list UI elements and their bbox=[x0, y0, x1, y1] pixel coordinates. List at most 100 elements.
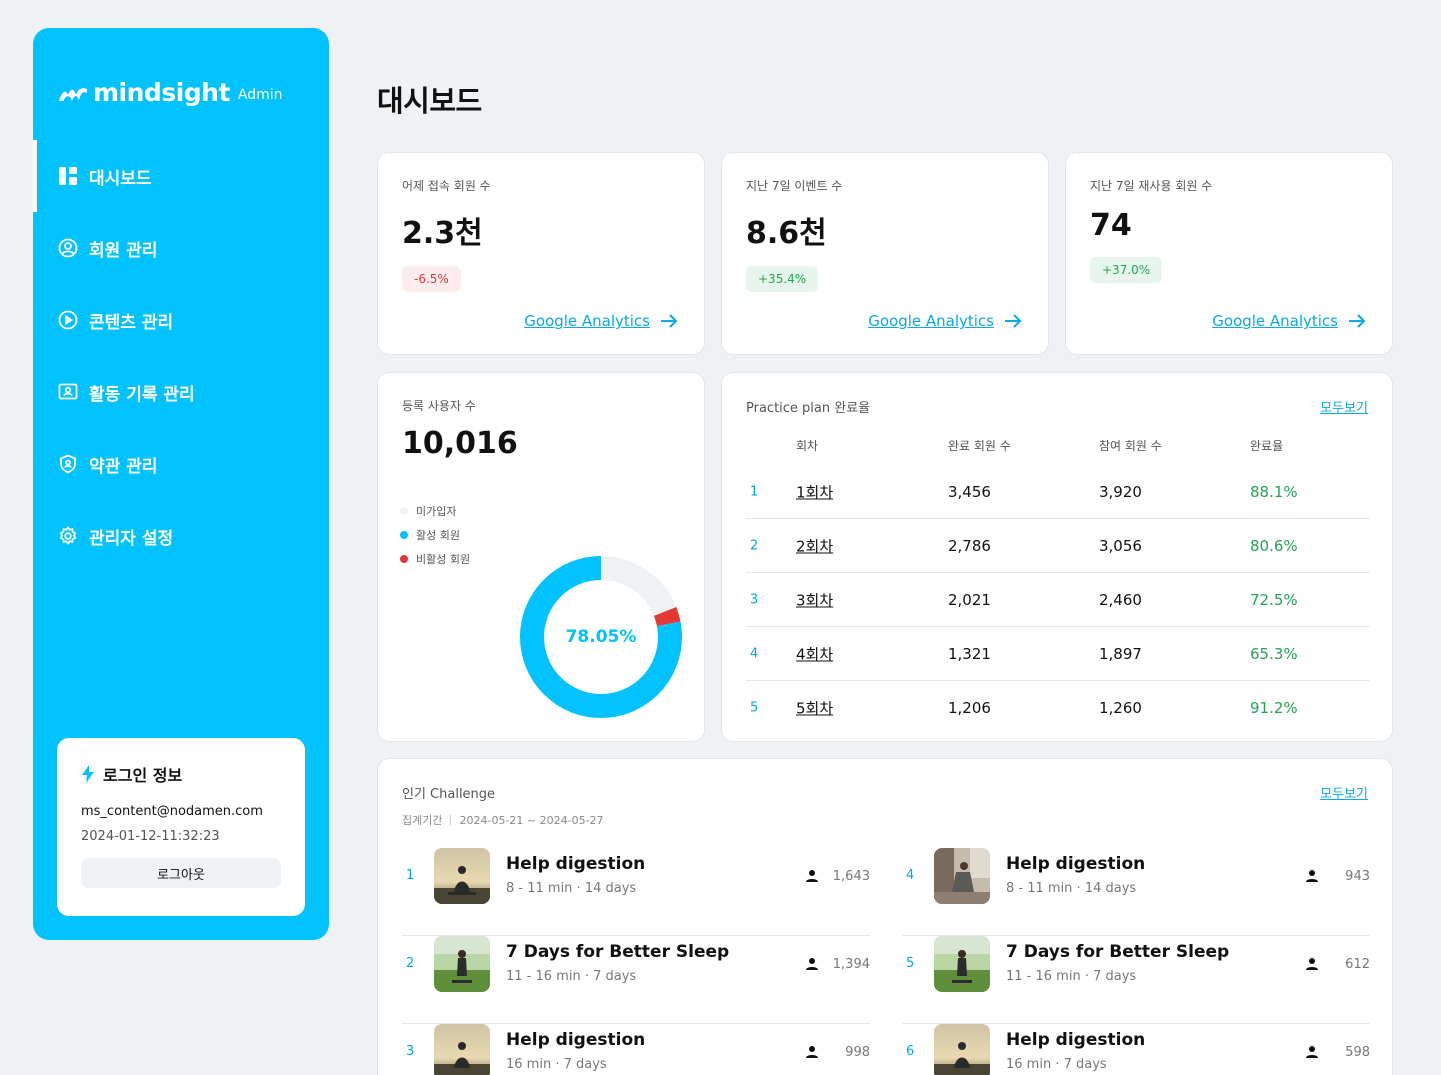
thumbnail-sunset-image bbox=[434, 848, 490, 904]
google-analytics-link[interactable]: Google Analytics bbox=[868, 312, 1022, 330]
metric-card-weekly-events: 지난 7일 이벤트 수 8.6천 +35.4% Google Analytics bbox=[721, 152, 1049, 355]
participant-count: 598 bbox=[1345, 1045, 1370, 1060]
user-icon bbox=[1305, 957, 1319, 971]
header-rate: 완료율 bbox=[1250, 439, 1284, 453]
see-all-link[interactable]: 모두보기 bbox=[1320, 397, 1368, 416]
sidebar-item-terms[interactable]: 약관 관리 bbox=[33, 428, 329, 500]
google-analytics-link[interactable]: Google Analytics bbox=[1212, 312, 1366, 330]
challenge-name: Help digestion bbox=[506, 854, 646, 874]
play-circle-icon bbox=[57, 309, 79, 331]
sidebar-item-label: 회원 관리 bbox=[89, 240, 158, 261]
challenge-name: Help digestion bbox=[1006, 1030, 1146, 1050]
registered-users-value: 10,016 bbox=[402, 426, 518, 461]
participant-count: 3,056 bbox=[1099, 536, 1142, 555]
legend-dot bbox=[400, 507, 408, 515]
completed-count: 1,206 bbox=[948, 699, 991, 717]
participant-count: 1,260 bbox=[1099, 699, 1142, 717]
registered-users-card: 등록 사용자 수 10,016 미가입자 활성 회원 비활성 회원 78.05% bbox=[377, 372, 705, 742]
sidebar-item-contents[interactable]: 콘텐츠 관리 bbox=[33, 284, 329, 356]
legend-label: 비활성 회원 bbox=[416, 553, 471, 566]
round-link[interactable]: 5회차 bbox=[796, 698, 833, 719]
login-time: 2024-01-12-11:32:23 bbox=[81, 829, 220, 844]
header-completed: 완료 회원 수 bbox=[948, 439, 1011, 453]
sidebar-item-members[interactable]: 회원 관리 bbox=[33, 212, 329, 284]
row-index: 2 bbox=[750, 538, 759, 553]
challenge-name: 7 Days for Better Sleep bbox=[1006, 942, 1230, 962]
sidebar-item-dashboard[interactable]: 대시보드 bbox=[33, 140, 329, 212]
sidebar-item-admin-settings[interactable]: 관리자 설정 bbox=[33, 500, 329, 572]
login-info-title-text: 로그인 정보 bbox=[103, 766, 183, 785]
participant-count: 1,643 bbox=[832, 869, 870, 884]
row-index: 5 bbox=[750, 700, 759, 716]
challenge-meta: 16 min · 7 days bbox=[506, 1057, 607, 1072]
challenge-item[interactable]: 3 Help digestion 16 min · 7 days 998 bbox=[402, 1024, 870, 1075]
metric-value: 8.6천 bbox=[746, 216, 827, 251]
row-index: 4 bbox=[750, 646, 759, 661]
google-analytics-link-text: Google Analytics bbox=[1212, 312, 1338, 330]
mindsight-logo-icon bbox=[59, 88, 87, 101]
sidebar-item-label: 약관 관리 bbox=[89, 456, 158, 477]
thumbnail-sunset-image bbox=[934, 1024, 990, 1075]
brand-sub: Admin bbox=[237, 87, 283, 103]
legend-dot bbox=[400, 531, 408, 539]
donut-center-label: 78.05% bbox=[565, 627, 637, 647]
sidebar-item-label: 대시보드 bbox=[89, 168, 152, 189]
challenge-item[interactable]: 4 Help digestion 8 - 11 min · 14 days 94… bbox=[902, 848, 1370, 936]
logo[interactable]: mindsight Admin bbox=[57, 80, 283, 105]
table-row: 4 4회차 1,321 1,897 65.3% bbox=[746, 627, 1370, 681]
row-index: 1 bbox=[750, 484, 759, 499]
google-analytics-link-text: Google Analytics bbox=[524, 312, 650, 330]
arrow-right-icon bbox=[660, 314, 678, 328]
change-badge: +35.4% bbox=[746, 266, 819, 292]
legend-item-active: 활성 회원 bbox=[400, 523, 470, 547]
header-round: 회차 bbox=[796, 439, 819, 453]
practice-plan-card: Practice plan 완료율 모두보기 회차 완료 회원 수 참여 회원 … bbox=[721, 372, 1393, 742]
participant-count: 1,897 bbox=[1099, 644, 1142, 663]
challenge-item[interactable]: 5 7 Days for Better Sleep 11 - 16 min · … bbox=[902, 936, 1370, 1024]
completion-rate: 88.1% bbox=[1250, 482, 1298, 501]
round-link[interactable]: 1회차 bbox=[796, 481, 833, 502]
challenge-name: Help digestion bbox=[1006, 854, 1146, 874]
change-badge: +37.0% bbox=[1090, 257, 1163, 283]
metric-label: 지난 7일 이벤트 수 bbox=[746, 179, 843, 193]
table-header: 회차 완료 회원 수 참여 회원 수 완료율 bbox=[746, 437, 1370, 457]
challenge-meta: 11 - 16 min · 7 days bbox=[1006, 969, 1137, 984]
logout-button[interactable]: 로그아웃 bbox=[81, 858, 281, 888]
rank: 1 bbox=[406, 868, 415, 883]
see-all-link[interactable]: 모두보기 bbox=[1320, 783, 1368, 802]
rank: 6 bbox=[906, 1044, 915, 1059]
challenge-item[interactable]: 6 Help digestion 16 min · 7 days 598 bbox=[902, 1024, 1370, 1075]
dashboard-icon bbox=[57, 165, 79, 187]
legend-label: 미가입자 bbox=[416, 505, 457, 518]
arrow-right-icon bbox=[1348, 314, 1366, 328]
round-link[interactable]: 3회차 bbox=[796, 589, 833, 610]
metric-card-yesterday-visitors: 어제 접속 회원 수 2.3천 -6.5% Google Analytics bbox=[377, 152, 705, 355]
challenge-meta: 8 - 11 min · 14 days bbox=[506, 881, 637, 896]
challenge-meta: 16 min · 7 days bbox=[1006, 1057, 1107, 1072]
thumbnail-sunset-image bbox=[434, 1024, 490, 1075]
challenge-item[interactable]: 2 7 Days for Better Sleep 11 - 16 min · … bbox=[402, 936, 870, 1024]
table-row: 2 2회차 2,786 3,056 80.6% bbox=[746, 519, 1370, 573]
round-link[interactable]: 2회차 bbox=[796, 535, 833, 556]
participant-count: 3,920 bbox=[1099, 482, 1142, 501]
completion-rate: 72.5% bbox=[1250, 590, 1298, 609]
challenge-item[interactable]: 1 Help digestion 8 - 11 min · 14 days 1,… bbox=[402, 848, 870, 936]
round-link[interactable]: 4회차 bbox=[796, 643, 833, 664]
legend-dot bbox=[400, 555, 408, 563]
challenge-title: 인기 Challenge bbox=[402, 787, 496, 802]
login-info-card: 로그인 정보 ms_content@nodamen.com 2024-01-12… bbox=[57, 738, 305, 916]
participant-count: 2,460 bbox=[1099, 590, 1142, 609]
sidebar-item-label: 활동 기록 관리 bbox=[89, 384, 195, 405]
google-analytics-link[interactable]: Google Analytics bbox=[524, 312, 678, 330]
participant-count: 943 bbox=[1345, 869, 1370, 884]
donut-legend: 미가입자 활성 회원 비활성 회원 bbox=[400, 499, 470, 571]
login-email: ms_content@nodamen.com bbox=[81, 804, 263, 819]
participant-count: 998 bbox=[845, 1045, 870, 1060]
legend-label: 활성 회원 bbox=[416, 529, 460, 542]
metric-value: 2.3천 bbox=[402, 216, 483, 251]
sidebar-item-activity[interactable]: 활동 기록 관리 bbox=[33, 356, 329, 428]
table-row: 1 1회차 3,456 3,920 88.1% bbox=[746, 465, 1370, 519]
login-info-title: 로그인 정보 bbox=[81, 762, 281, 786]
user-icon bbox=[805, 869, 819, 883]
metric-value: 74 bbox=[1090, 208, 1132, 243]
